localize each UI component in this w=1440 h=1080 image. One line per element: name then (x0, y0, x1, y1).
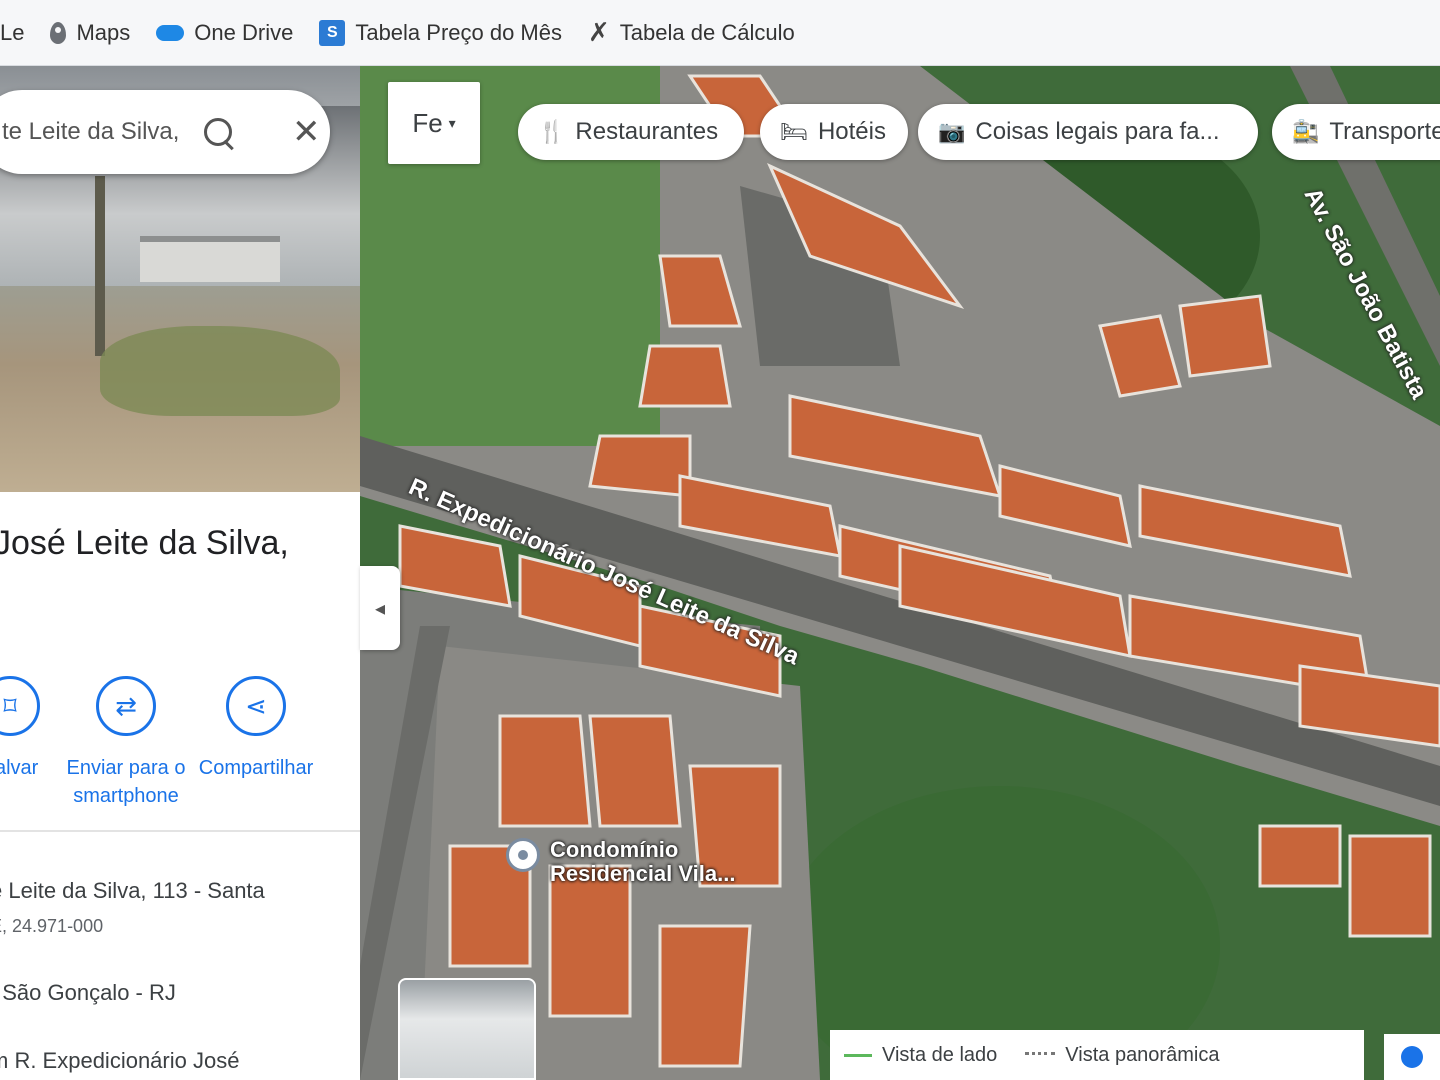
poi-label-line2: Residencial Vila... (550, 861, 736, 886)
chevron-left-icon: ◂ (374, 597, 386, 620)
legend-label: Vista de lado (882, 1043, 998, 1066)
action-buttons: ⌑ Salvar ⇄ Enviar para o smartphone ⋖ Co… (0, 676, 360, 826)
search-icon[interactable] (204, 118, 232, 146)
transit-icon: 🚉 (1292, 119, 1320, 144)
send-to-phone-button[interactable]: ⇄ Enviar para o smartphone (56, 676, 196, 810)
search-box: ✕ (0, 90, 330, 174)
layers-button[interactable]: Fe ▾ (388, 82, 480, 164)
globe-icon (1401, 1046, 1423, 1068)
city-line[interactable]: , São Gonçalo - RJ (0, 980, 176, 1006)
globe-button[interactable] (1384, 1034, 1440, 1080)
legend-item[interactable]: Vista de lado (844, 1044, 997, 1067)
share-button[interactable]: ⋖ Compartilhar (186, 676, 326, 782)
bookmarks-bar: Le Maps One Drive S Tabela Preço do Mês … (0, 0, 1440, 66)
nearby-line[interactable]: m R. Expedicionário José (0, 1048, 239, 1074)
chip-label: Restaurantes (575, 118, 719, 145)
close-icon[interactable]: ✕ (292, 115, 321, 149)
bookmark-maps[interactable]: Maps (50, 20, 130, 46)
address-line1[interactable]: é Leite da Silva, 113 - Santa (0, 878, 265, 904)
satellite-map[interactable] (360, 66, 1440, 1080)
sheets-icon: S (319, 19, 346, 46)
bookmark-label: Le (0, 19, 25, 45)
chip-things-to-do[interactable]: 📷 Coisas legais para fa... (918, 104, 1258, 160)
hotel-icon: 🛏 (780, 119, 808, 144)
layers-label: Fe (412, 107, 443, 138)
action-label: Compartilhar (198, 757, 314, 779)
bookmark-label: Maps (76, 19, 131, 45)
bookmark-label: Tabela Preço do Mês (355, 19, 562, 45)
legend-label: Vista panorâmica (1065, 1043, 1220, 1066)
bookmark-label: Tabela de Cálculo (619, 19, 795, 45)
street-view-thumbnail[interactable] (398, 978, 536, 1080)
chip-label: Coisas legais para fa... (975, 118, 1220, 145)
satellite-imagery (360, 66, 1440, 1080)
chip-label: Hotéis (817, 118, 886, 145)
search-input[interactable] (0, 117, 194, 147)
bookmark-sheet[interactable]: S Tabela Preço do Mês (319, 19, 562, 46)
share-icon: ⋖ (226, 676, 286, 736)
cloud-icon (156, 24, 185, 41)
line-icon (844, 1053, 872, 1057)
place-title: José Leite da Silva, (0, 524, 289, 562)
poi-label-line1: Condomínio (550, 837, 679, 862)
bookmark-label: One Drive (194, 19, 294, 45)
action-label-line2: smartphone (73, 785, 179, 807)
bookmark-icon: ⌑ (0, 676, 40, 736)
chip-transport[interactable]: 🚉 Transporte (1272, 104, 1440, 160)
legend-item[interactable]: Vista panorâmica (1025, 1044, 1219, 1067)
dotted-line-icon (1025, 1052, 1056, 1058)
bookmark-onedrive[interactable]: One Drive (156, 20, 293, 46)
poi-condominium[interactable]: Condomínio Residencial Vila... (506, 838, 735, 886)
chevron-down-icon: ▾ (448, 114, 456, 131)
bookmark-le[interactable]: Le (0, 20, 24, 46)
action-label: Enviar para o (66, 757, 186, 779)
chip-restaurants[interactable]: 🍴 Restaurantes (518, 104, 744, 160)
send-to-phone-icon: ⇄ (96, 676, 156, 736)
restaurant-icon: 🍴 (538, 119, 566, 144)
place-panel: ✕ José Leite da Silva, ⌑ Salvar ⇄ Enviar… (0, 66, 360, 1080)
poi-pin-icon (506, 838, 540, 872)
camera-icon: 📷 (938, 119, 966, 144)
divider (0, 830, 360, 832)
bookmark-calc[interactable]: ✗ Tabela de Cálculo (588, 17, 795, 48)
address-line2: E, 24.971-000 (0, 916, 104, 936)
map-pin-icon (50, 21, 67, 44)
chip-label: Transporte (1329, 118, 1440, 145)
map-legend-bar: Vista de lado Vista panorâmica (830, 1030, 1364, 1080)
x-app-icon: ✗ (588, 17, 610, 47)
collapse-panel-button[interactable]: ◂ (360, 566, 400, 650)
chip-hotels[interactable]: 🛏 Hotéis (760, 104, 908, 160)
